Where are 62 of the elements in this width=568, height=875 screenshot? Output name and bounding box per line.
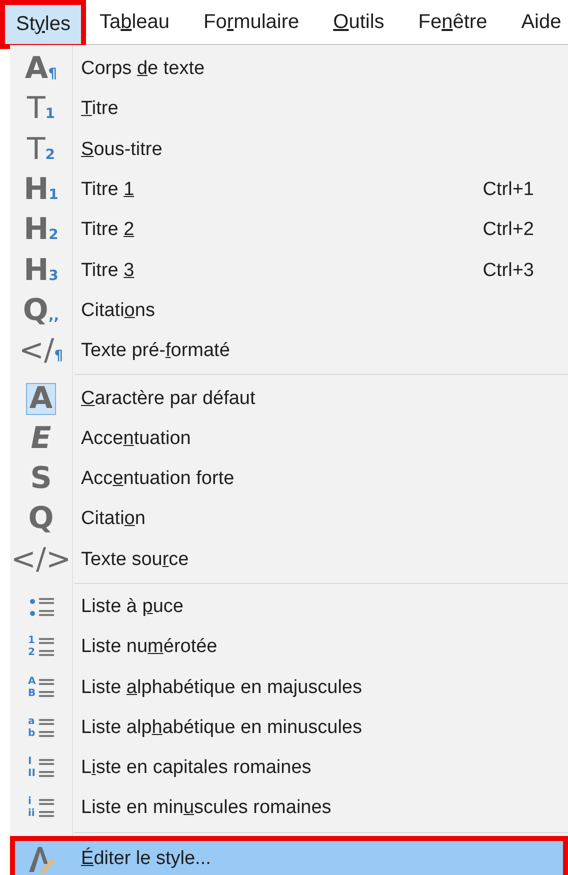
menu-item-label: Titre 3 <box>81 260 136 282</box>
style-icon: T1 <box>24 94 58 124</box>
menu-title[interactable]: Tableau <box>83 0 186 44</box>
menu-item[interactable]: i ii Liste en minuscules romaines <box>10 788 568 829</box>
style-icon: Q,, <box>20 296 62 326</box>
menu-item-label: Titre <box>81 98 120 120</box>
menu-item[interactable]: I II Liste en capitales romaines <box>10 748 568 788</box>
menu-title[interactable]: Styles <box>5 5 82 44</box>
menu-item[interactable]: Liste à puce <box>10 586 568 628</box>
style-icon: E <box>28 424 54 454</box>
menu-item[interactable]: S Accentuation forte <box>10 458 568 500</box>
menu-item[interactable]: H 1 Titre 1 Ctrl+1 <box>10 170 568 210</box>
menu-item-label: Éditer le style... <box>81 848 212 870</box>
menu-title[interactable]: Formulaire <box>188 0 316 44</box>
menu-item-label: Texte pré-formaté <box>81 340 231 362</box>
menu-item-label: Corps de texte <box>81 58 206 80</box>
menu-item[interactable]: T2 Sous-titre <box>10 130 568 170</box>
menu-item-label: Titre 2 <box>81 219 136 242</box>
style-icon: H 1 <box>22 175 60 206</box>
style-icon: A <box>26 382 56 415</box>
style-icon: A¶ <box>22 54 60 84</box>
menu-item[interactable]: H 2 Titre 2 Ctrl+2 <box>10 210 568 250</box>
menu-item[interactable]: a b Liste alphabétique en minuscules <box>10 708 568 748</box>
menu-item-label: Liste alphabétique en majuscules <box>81 676 363 699</box>
shortcut-label: Ctrl+1 <box>482 179 534 202</box>
menu-item-label: Accentuation <box>81 428 192 450</box>
menu-item-label: Titre 1 <box>81 179 136 202</box>
shortcut-label: Ctrl+2 <box>482 219 534 242</box>
style-icon: </¶ <box>16 336 66 366</box>
menu-item[interactable]: A B Liste alphabétique en majuscules <box>10 667 568 708</box>
menu-item-label: Liste à puce <box>81 596 184 618</box>
menu-item-label: Citations <box>81 300 156 322</box>
menu-title[interactable]: Fenêtre <box>402 0 504 44</box>
style-icon: Q <box>26 504 56 534</box>
menu-item[interactable]: Q Citation <box>10 499 568 540</box>
menu-item[interactable]: T1 Titre <box>10 89 568 130</box>
style-icon: H 3 <box>22 256 60 286</box>
menu-item[interactable]: A Caractère par défaut <box>10 378 568 419</box>
shortcut-label: Ctrl+3 <box>482 260 534 282</box>
style-icon: </> <box>8 544 74 575</box>
menu-item[interactable]: A¶ Corps de texte <box>10 49 568 90</box>
menu-item[interactable]: 1 2 Liste numérotée <box>10 627 568 668</box>
menu-title[interactable]: Aide <box>505 0 562 44</box>
menu-item-label: Liste en minuscules romaines <box>81 797 332 820</box>
menu-item-label: Accentuation forte <box>81 468 236 490</box>
menu-item-label: Liste en capitales romaines <box>81 757 312 780</box>
menu-item[interactable]: Éditer le style... <box>10 836 568 875</box>
menu-item-label: Sous-titre <box>81 138 164 161</box>
style-icon: T2 <box>24 134 58 165</box>
menu-item[interactable]: H 3 Titre 3 Ctrl+3 <box>10 250 568 291</box>
menu-item-label: Liste alphabétique en minuscules <box>81 716 363 739</box>
menu-item-label: Caractère par défaut <box>81 388 256 410</box>
style-icon: H 2 <box>22 215 60 246</box>
menu-title[interactable]: Outils <box>317 0 400 44</box>
menu-item-label: Texte source <box>81 548 190 571</box>
menu-item[interactable]: </¶ Texte pré-formaté <box>10 331 568 372</box>
menu-item[interactable]: E Accentuation <box>10 418 568 459</box>
menu-item-label: Citation <box>81 508 146 530</box>
menu-item[interactable]: Q,, Citations <box>10 290 568 332</box>
style-icon: S <box>28 464 54 494</box>
menu-item-label: Liste numérotée <box>81 636 218 658</box>
menu-item[interactable]: </> Texte source <box>10 540 568 580</box>
